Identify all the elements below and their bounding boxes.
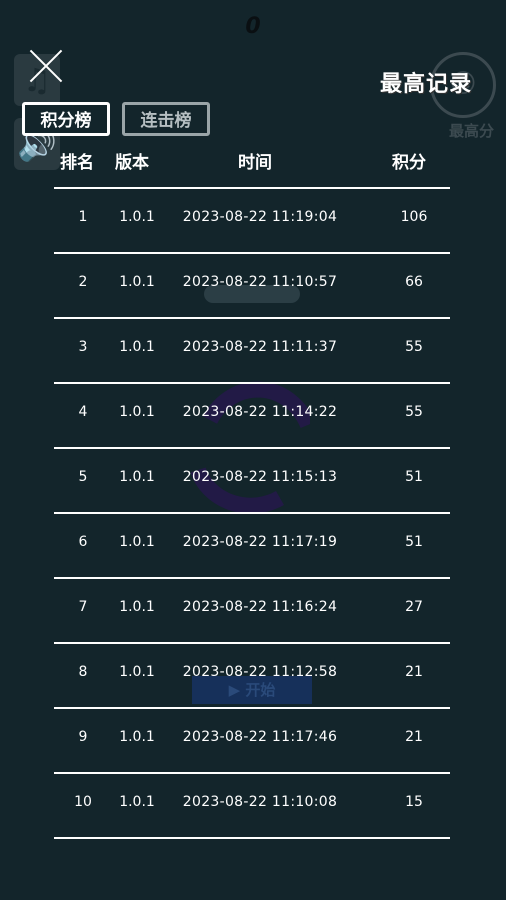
rank-cell: 8: [78, 664, 88, 680]
time-cell: 2023-08-22 11:16:24: [182, 599, 338, 615]
rank-cell: 1: [78, 209, 88, 225]
page-title: 最高记录: [379, 72, 472, 97]
leaderboard-table: 1 1.0.1 2023-08-22 11:19:04 106 2 1.0.1 …: [54, 187, 450, 839]
tab-score-ranking[interactable]: 积分榜: [22, 102, 110, 136]
column-header-version: 版本: [115, 153, 149, 173]
score-cell: 55: [405, 339, 423, 355]
version-cell: 1.0.1: [119, 469, 155, 485]
table-row: 8 1.0.1 2023-08-22 11:12:58 21: [54, 644, 450, 709]
background-score: 0: [245, 14, 261, 39]
version-cell: 1.0.1: [119, 209, 155, 225]
version-cell: 1.0.1: [119, 274, 155, 290]
table-row: 1 1.0.1 2023-08-22 11:19:04 106: [54, 189, 450, 254]
score-cell: 51: [405, 534, 423, 550]
version-cell: 1.0.1: [119, 404, 155, 420]
rank-cell: 6: [78, 534, 88, 550]
rank-cell: 7: [78, 599, 88, 615]
time-cell: 2023-08-22 11:17:46: [182, 729, 338, 745]
score-cell: 15: [405, 794, 423, 810]
close-icon[interactable]: [28, 48, 64, 84]
time-cell: 2023-08-22 11:14:22: [182, 404, 338, 420]
version-cell: 1.0.1: [119, 339, 155, 355]
column-header-rank: 排名: [60, 153, 94, 173]
score-cell: 51: [405, 469, 423, 485]
tab-combo-ranking[interactable]: 连击榜: [122, 102, 210, 136]
column-header-time: 时间: [238, 153, 272, 173]
table-row: 5 1.0.1 2023-08-22 11:15:13 51: [54, 449, 450, 514]
time-cell: 2023-08-22 11:10:57: [182, 274, 338, 290]
table-row: 7 1.0.1 2023-08-22 11:16:24 27: [54, 579, 450, 644]
version-cell: 1.0.1: [119, 729, 155, 745]
rank-cell: 3: [78, 339, 88, 355]
version-cell: 1.0.1: [119, 599, 155, 615]
rank-cell: 9: [78, 729, 88, 745]
score-cell: 21: [405, 664, 423, 680]
table-row: 9 1.0.1 2023-08-22 11:17:46 21: [54, 709, 450, 774]
score-cell: 55: [405, 404, 423, 420]
time-cell: 2023-08-22 11:17:19: [182, 534, 338, 550]
time-cell: 2023-08-22 11:19:04: [182, 209, 338, 225]
table-row: 2 1.0.1 2023-08-22 11:10:57 66: [54, 254, 450, 319]
rank-cell: 10: [74, 794, 92, 810]
version-cell: 1.0.1: [119, 664, 155, 680]
time-cell: 2023-08-22 11:11:37: [182, 339, 338, 355]
best-score-label: 最高分: [448, 122, 494, 140]
score-cell: 106: [400, 209, 428, 225]
score-cell: 27: [405, 599, 423, 615]
table-row: 4 1.0.1 2023-08-22 11:14:22 55: [54, 384, 450, 449]
column-header-score: 积分: [392, 153, 426, 173]
time-cell: 2023-08-22 11:15:13: [182, 469, 338, 485]
table-row: 3 1.0.1 2023-08-22 11:11:37 55: [54, 319, 450, 384]
version-cell: 1.0.1: [119, 534, 155, 550]
time-cell: 2023-08-22 11:10:08: [182, 794, 338, 810]
table-row: 10 1.0.1 2023-08-22 11:10:08 15: [54, 774, 450, 839]
rank-cell: 4: [78, 404, 88, 420]
score-cell: 66: [405, 274, 423, 290]
rank-cell: 2: [78, 274, 88, 290]
table-row: 6 1.0.1 2023-08-22 11:17:19 51: [54, 514, 450, 579]
score-cell: 21: [405, 729, 423, 745]
rank-cell: 5: [78, 469, 88, 485]
version-cell: 1.0.1: [119, 794, 155, 810]
time-cell: 2023-08-22 11:12:58: [182, 664, 338, 680]
